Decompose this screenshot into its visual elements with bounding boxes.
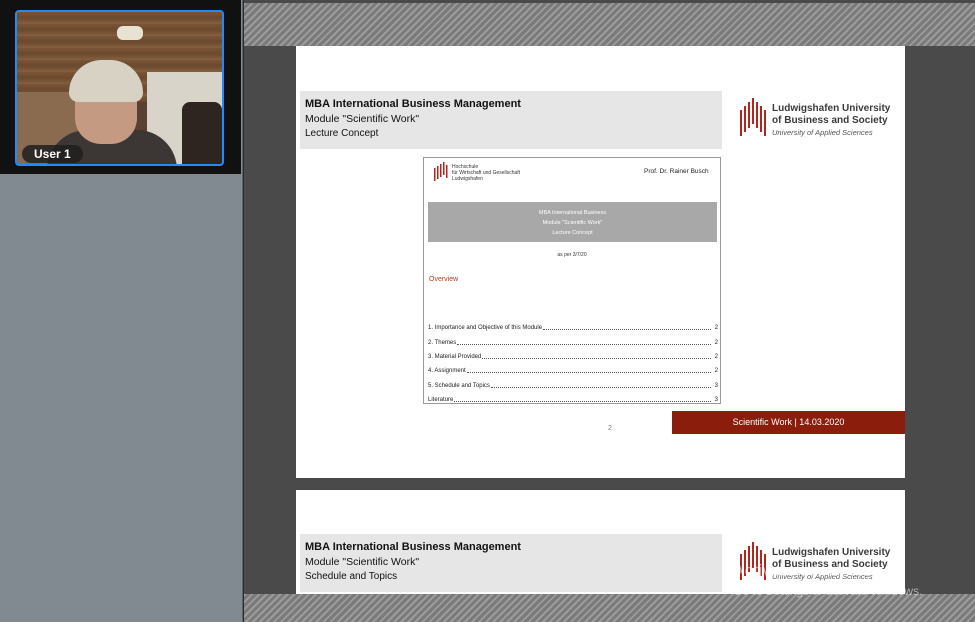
document-date: as per 3/7/20 xyxy=(557,252,587,258)
toc-item: 4. Assignment 2 xyxy=(428,368,718,375)
toc-item: 5. Schedule and Topics 3 xyxy=(428,382,718,389)
logo-line-1: Ludwigshafen University xyxy=(772,547,891,558)
slide-title: MBA International Business Management xyxy=(305,98,521,110)
logo-line-1: Ludwigshafen University xyxy=(772,103,891,114)
document-logo: Hochschule für Wirtschaft und Gesellscha… xyxy=(434,162,544,184)
university-logo-icon xyxy=(740,98,766,136)
toc-item: 1. Importance and Objective of this Modu… xyxy=(428,325,718,332)
activation-watermark-title: Activate Windows xyxy=(733,561,872,580)
slide-module: Module "Scientific Work" xyxy=(305,556,420,568)
slide-title-box: MBA International Business Management Mo… xyxy=(300,91,722,149)
slide-subtitle: Lecture Concept xyxy=(305,128,379,139)
toc-item: 3. Material Provided 2 xyxy=(428,353,718,360)
slide-title: MBA International Business Management xyxy=(305,541,521,553)
document-author: Prof. Dr. Rainer Busch xyxy=(644,168,709,175)
participant-video-tile[interactable]: User 1 xyxy=(0,0,241,174)
slide-page-number: 2 xyxy=(608,425,612,432)
slide: MBA International Business Management Mo… xyxy=(296,46,905,478)
document-overview-heading: Overview xyxy=(429,276,459,283)
participants-panel: User 1 xyxy=(0,0,243,622)
university-logo: Ludwigshafen University of Business and … xyxy=(740,98,900,142)
toc-item: Literature 3 xyxy=(428,397,718,404)
slide-subtitle: Schedule and Topics xyxy=(305,571,398,582)
activation-watermark-subtitle: Go to Settings to activate Windows. xyxy=(733,584,923,598)
slide-footer: Scientific Work | 14.03.2020 xyxy=(672,411,905,434)
toc-item: 2. Themes 2 xyxy=(428,339,718,346)
embedded-document: Hochschule für Wirtschaft und Gesellscha… xyxy=(423,157,721,404)
document-header-band: MBA International Business Module "Scien… xyxy=(428,202,717,242)
slide-title-box: MBA International Business Management Mo… xyxy=(300,534,722,592)
slide-module: Module "Scientific Work" xyxy=(305,113,420,125)
video-feed: User 1 xyxy=(15,10,224,166)
logo-tagline: University of Applied Sciences xyxy=(772,128,873,137)
shared-screen: MBA International Business Management Mo… xyxy=(244,0,975,622)
document-logo-icon xyxy=(434,162,448,181)
participant-name-label: User 1 xyxy=(22,145,83,163)
table-of-contents: 1. Importance and Objective of this Modu… xyxy=(428,321,718,407)
share-border-bottom xyxy=(244,594,975,622)
logo-line-2: of Business and Society xyxy=(772,115,888,126)
share-border-top xyxy=(244,3,975,46)
